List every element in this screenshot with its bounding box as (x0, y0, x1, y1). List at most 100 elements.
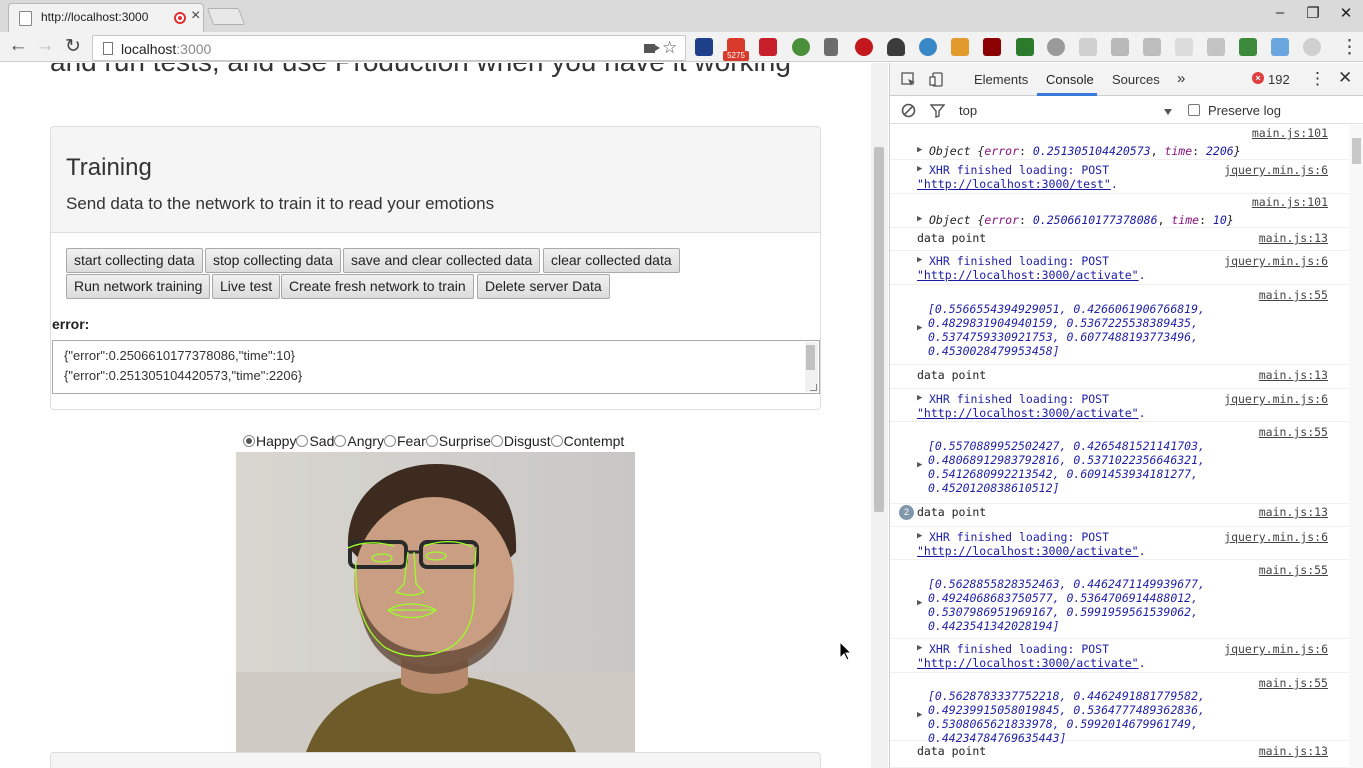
extension-face-icon[interactable] (951, 38, 969, 56)
source-link[interactable]: jquery.min.js:6 (1224, 530, 1328, 544)
reload-icon[interactable]: ↻ (63, 35, 83, 58)
tab-sources[interactable]: Sources (1112, 72, 1160, 87)
extension-pen-icon[interactable] (824, 38, 838, 56)
page-info-icon[interactable] (103, 42, 113, 55)
download-icon[interactable] (1303, 38, 1321, 56)
browser-menu-icon[interactable]: ⋮ (1340, 36, 1359, 59)
radio-button[interactable] (334, 435, 347, 447)
context-selector[interactable]: top (959, 103, 977, 118)
url-link[interactable]: "http://localhost:3000/activate" (917, 406, 1139, 420)
extension-green-icon[interactable] (792, 38, 810, 56)
create-network-button[interactable]: Create fresh network to train (281, 274, 474, 299)
radio-button[interactable] (550, 435, 563, 447)
expand-triangle-icon[interactable]: ▶ (917, 643, 922, 653)
adblock-icon[interactable] (855, 38, 873, 56)
source-link[interactable]: jquery.min.js:6 (1224, 254, 1328, 268)
extension-n-icon[interactable] (695, 38, 713, 56)
delete-server-data-button[interactable]: Delete server Data (477, 274, 610, 299)
page-scrollbar[interactable] (871, 63, 888, 768)
radio-contempt[interactable]: Contempt (550, 433, 624, 449)
radio-button[interactable] (490, 435, 503, 447)
url-link[interactable]: "http://localhost:3000/activate" (917, 544, 1139, 558)
extension-doc-icon[interactable] (1271, 38, 1289, 56)
extension-red-icon[interactable] (759, 38, 777, 56)
restore-button[interactable]: ❐ (1303, 4, 1323, 22)
radio-disgust[interactable]: Disgust (490, 433, 551, 449)
extension-spy-icon[interactable] (887, 38, 905, 56)
bookmark-star-icon[interactable]: ☆ (662, 38, 677, 58)
url-link[interactable]: "http://localhost:3000/test" (917, 177, 1111, 191)
source-link[interactable]: main.js:13 (1259, 231, 1328, 245)
source-link[interactable]: jquery.min.js:6 (1224, 163, 1328, 177)
source-link[interactable]: jquery.min.js:6 (1224, 642, 1328, 656)
close-window-button[interactable]: ✕ (1336, 4, 1356, 22)
inspect-element-icon[interactable] (901, 72, 916, 87)
save-and-clear-button[interactable]: save and clear collected data (343, 248, 541, 273)
source-link[interactable]: jquery.min.js:6 (1224, 392, 1328, 406)
live-test-button[interactable]: Live test (212, 274, 281, 299)
source-link[interactable]: main.js:55 (1259, 425, 1328, 439)
extension-wave-icon[interactable] (983, 38, 1001, 56)
expand-triangle-icon[interactable]: ▶ (917, 460, 922, 470)
tab-console[interactable]: Console (1046, 72, 1094, 87)
preserve-log-checkbox[interactable] (1188, 104, 1200, 116)
source-link[interactable]: main.js:55 (1259, 563, 1328, 577)
more-tabs-icon[interactable]: » (1177, 70, 1185, 87)
radio-button[interactable] (243, 435, 255, 447)
address-bar[interactable]: localhost:3000 ☆ (92, 35, 686, 61)
radio-surprise[interactable]: Surprise (425, 433, 491, 449)
tab-elements[interactable]: Elements (974, 72, 1028, 87)
radio-button[interactable] (425, 435, 438, 447)
browser-tab[interactable]: http://localhost:3000 × (8, 3, 204, 32)
expand-triangle-icon[interactable]: ▶ (917, 393, 922, 403)
clear-collected-button[interactable]: clear collected data (543, 248, 680, 273)
error-textarea[interactable]: {"error":0.2506610177378086,"time":10} {… (52, 340, 820, 394)
source-link[interactable]: main.js:55 (1259, 288, 1328, 302)
source-link[interactable]: main.js:101 (1252, 126, 1328, 140)
source-link[interactable]: main.js:55 (1259, 676, 1328, 690)
extension-tools-icon[interactable] (1111, 38, 1129, 56)
expand-triangle-icon[interactable]: ▶ (917, 323, 922, 333)
minimize-button[interactable]: – (1270, 4, 1290, 21)
extension-puzzle-icon[interactable] (1239, 38, 1257, 56)
extension-gray-circle-icon[interactable] (1047, 38, 1065, 56)
clear-console-icon[interactable] (901, 103, 916, 118)
source-link[interactable]: main.js:13 (1259, 368, 1328, 382)
extension-lines-icon[interactable] (1175, 38, 1193, 56)
url-link[interactable]: "http://localhost:3000/activate" (917, 656, 1139, 670)
expand-triangle-icon[interactable]: ▶ (917, 255, 922, 265)
filter-icon[interactable] (930, 103, 945, 118)
extension-screen-icon[interactable] (1016, 38, 1034, 56)
radio-sad[interactable]: Sad (296, 433, 334, 449)
radio-angry[interactable]: Angry (334, 433, 384, 449)
extension-eye-icon[interactable] (919, 38, 937, 56)
devtools-close-icon[interactable]: ✕ (1338, 68, 1352, 88)
extension-box-icon[interactable] (1207, 38, 1225, 56)
forward-arrow-icon[interactable]: → (35, 35, 55, 57)
radio-happy[interactable]: Happy (243, 433, 296, 449)
stop-collecting-button[interactable]: stop collecting data (205, 248, 341, 273)
expand-triangle-icon[interactable]: ▶ (917, 145, 922, 155)
context-dropdown-icon[interactable] (1164, 109, 1172, 115)
extension-n-gray-icon[interactable] (1143, 38, 1161, 56)
textarea-resize-handle[interactable] (810, 384, 817, 391)
error-count[interactable]: 192 (1268, 72, 1290, 87)
console-scrollbar[interactable] (1349, 125, 1363, 768)
radio-button[interactable] (383, 435, 396, 447)
radio-fear[interactable]: Fear (383, 433, 426, 449)
run-training-button[interactable]: Run network training (66, 274, 211, 299)
url-link[interactable]: "http://localhost:3000/activate" (917, 268, 1139, 282)
radio-button[interactable] (296, 435, 309, 447)
camera-in-use-icon[interactable] (644, 44, 660, 53)
source-link[interactable]: main.js:13 (1259, 505, 1328, 519)
tab-close-icon[interactable]: × (191, 7, 200, 25)
source-link[interactable]: main.js:101 (1252, 195, 1328, 209)
new-tab-button[interactable] (206, 8, 246, 25)
source-link[interactable]: main.js:13 (1259, 744, 1328, 758)
extension-r-icon[interactable] (1079, 38, 1097, 56)
devtools-menu-icon[interactable]: ⋮ (1309, 69, 1326, 89)
expand-triangle-icon[interactable]: ▶ (917, 710, 922, 720)
expand-triangle-icon[interactable]: ▶ (917, 214, 922, 224)
device-toolbar-icon[interactable] (929, 72, 944, 87)
expand-triangle-icon[interactable]: ▶ (917, 598, 922, 608)
